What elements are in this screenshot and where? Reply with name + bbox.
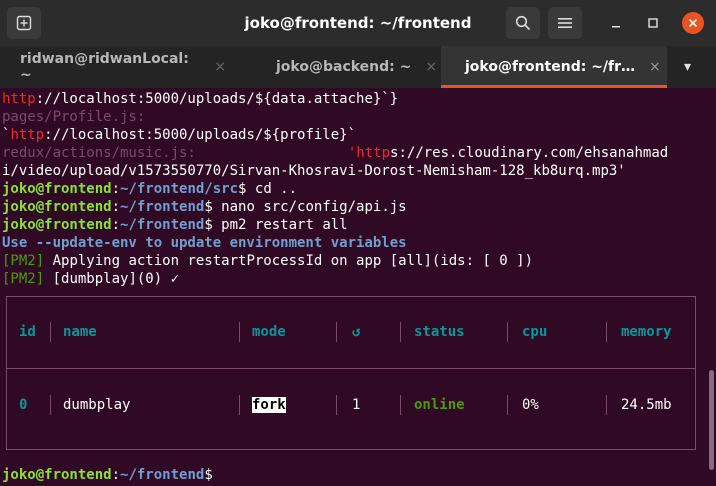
tab-ridwan-local[interactable]: ridwan@ridwanLocal: ~ × bbox=[0, 46, 226, 88]
tab-joko-backend[interactable]: joko@backend: ~ × bbox=[226, 46, 441, 88]
output-line: http://localhost:5000/uploads/${data.att… bbox=[2, 91, 399, 107]
column-separator bbox=[400, 322, 401, 342]
cell-restarts: 1 bbox=[352, 397, 361, 413]
pm2-log-line: [PM2] Applying action restartProcessId o… bbox=[2, 253, 534, 269]
output-line: pages/Profile.js: bbox=[2, 109, 146, 125]
output-line: Use --update-env to update environment v… bbox=[2, 235, 407, 251]
menu-button[interactable] bbox=[548, 7, 582, 39]
prompt-line: joko@frontend:~/frontend$ nano src/confi… bbox=[2, 199, 407, 215]
column-separator bbox=[239, 322, 240, 342]
column-separator bbox=[400, 395, 401, 415]
tab-close-icon[interactable]: × bbox=[214, 59, 226, 75]
column-header-id: id bbox=[19, 324, 36, 340]
prompt-line: joko@frontend:~/frontend$ pm2 restart al… bbox=[2, 217, 348, 233]
tab-close-icon[interactable]: × bbox=[425, 59, 437, 75]
cell-cpu: 0% bbox=[522, 397, 539, 413]
minimize-icon bbox=[612, 26, 620, 28]
tabs-dropdown-icon[interactable]: ▾ bbox=[684, 46, 708, 88]
column-header-cpu: cpu bbox=[522, 324, 548, 340]
column-header-memory: memory bbox=[621, 324, 672, 340]
cell-memory: 24.5mb bbox=[621, 397, 672, 413]
cell-name: dumbplay bbox=[63, 397, 131, 413]
terminal-scrollbar[interactable] bbox=[709, 370, 714, 470]
column-header-restarts-icon: ↺ bbox=[352, 324, 361, 340]
table-border-bottom bbox=[6, 449, 696, 450]
column-separator bbox=[336, 395, 337, 415]
prompt-line[interactable]: joko@frontend:~/frontend$ bbox=[2, 466, 213, 485]
tab-joko-frontend[interactable]: joko@frontend: ~/fr… × bbox=[441, 46, 667, 88]
prompt-line: joko@frontend:~/frontend/src$ cd .. bbox=[2, 181, 298, 197]
close-button[interactable] bbox=[682, 12, 704, 34]
maximize-icon bbox=[648, 18, 658, 28]
hamburger-icon bbox=[558, 18, 572, 28]
column-separator bbox=[606, 395, 607, 415]
table-header-divider bbox=[6, 368, 696, 369]
column-separator bbox=[507, 322, 508, 342]
pm2-log-line: [PM2] [dumbplay](0) ✓ bbox=[2, 271, 180, 287]
column-header-status: status bbox=[414, 324, 465, 340]
column-separator bbox=[606, 322, 607, 342]
column-header-name: name bbox=[63, 324, 97, 340]
output-line: i/video/upload/v1573550770/Sirvan-Khosra… bbox=[2, 163, 626, 179]
column-separator bbox=[50, 322, 51, 342]
maximize-button[interactable] bbox=[642, 12, 664, 34]
terminal-output[interactable]: http://localhost:5000/uploads/${data.att… bbox=[0, 88, 716, 486]
column-header-mode: mode bbox=[252, 324, 286, 340]
column-separator bbox=[507, 395, 508, 415]
minimize-button[interactable] bbox=[605, 12, 627, 34]
mode-badge: fork bbox=[252, 397, 286, 413]
tab-label: joko@frontend: ~/fr… bbox=[465, 59, 636, 75]
table-border-right bbox=[695, 296, 696, 450]
tab-label: joko@backend: ~ bbox=[276, 59, 412, 75]
search-button[interactable] bbox=[506, 7, 540, 39]
search-icon bbox=[515, 15, 531, 31]
tab-close-icon[interactable]: × bbox=[649, 59, 661, 75]
column-separator bbox=[239, 395, 240, 415]
title-bar: joko@frontend: ~/frontend bbox=[0, 0, 716, 46]
tab-label: ridwan@ridwanLocal: ~ bbox=[20, 51, 189, 83]
tab-bar: ridwan@ridwanLocal: ~ × joko@backend: ~ … bbox=[0, 46, 716, 88]
table-border-top bbox=[6, 296, 696, 297]
column-separator bbox=[336, 322, 337, 342]
output-line: `http://localhost:5000/uploads/${profile… bbox=[2, 127, 357, 143]
table-border-left bbox=[6, 296, 7, 450]
cell-status: online bbox=[414, 397, 465, 413]
pm2-process-table: id name mode ↺ status cpu memory 0 dumbp… bbox=[6, 296, 696, 450]
column-separator bbox=[50, 395, 51, 415]
close-icon bbox=[688, 18, 698, 28]
cell-mode: fork bbox=[252, 396, 286, 415]
output-line: redux/actions/music.js:'https://res.clou… bbox=[2, 145, 669, 161]
cell-id: 0 bbox=[19, 397, 28, 413]
